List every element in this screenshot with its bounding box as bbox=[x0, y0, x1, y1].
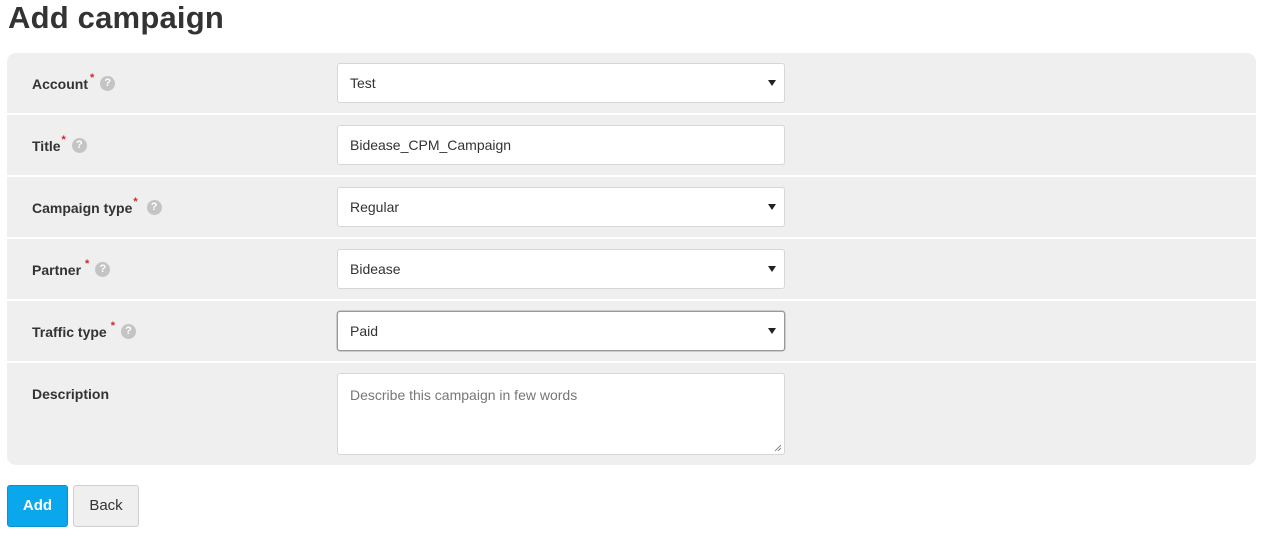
help-icon[interactable]: ? bbox=[100, 76, 116, 91]
partner-label: Partner bbox=[32, 262, 82, 278]
account-select-value: Test bbox=[350, 75, 376, 91]
campaign-type-row: Campaign type * ? Regular bbox=[7, 177, 1256, 239]
traffic-type-label-group: Traffic type * ? bbox=[32, 320, 136, 340]
back-button[interactable]: Back bbox=[73, 485, 139, 527]
traffic-type-label: Traffic type bbox=[32, 324, 107, 340]
campaign-type-select-value: Regular bbox=[350, 199, 400, 215]
title-label-group: Title * ? bbox=[32, 134, 87, 154]
resize-handle-icon[interactable] bbox=[774, 444, 782, 452]
help-icon[interactable]: ? bbox=[120, 324, 136, 339]
required-marker: * bbox=[90, 72, 95, 84]
required-marker: * bbox=[85, 258, 90, 270]
title-label: Title bbox=[32, 138, 61, 154]
description-label: Description bbox=[32, 386, 110, 402]
partner-select-value: Bidease bbox=[350, 261, 401, 277]
caret-down-icon bbox=[768, 80, 776, 86]
account-select[interactable]: Test bbox=[337, 63, 785, 103]
required-marker: * bbox=[110, 320, 115, 332]
required-marker: * bbox=[133, 196, 138, 208]
help-icon[interactable]: ? bbox=[146, 200, 162, 215]
help-icon[interactable]: ? bbox=[71, 138, 87, 153]
description-placeholder: Describe this campaign in few words bbox=[350, 387, 578, 403]
caret-down-icon bbox=[768, 204, 776, 210]
help-icon[interactable]: ? bbox=[95, 262, 111, 277]
partner-row: Partner * ? Bidease bbox=[7, 239, 1256, 301]
caret-down-icon bbox=[768, 328, 776, 334]
traffic-type-select[interactable]: Paid bbox=[337, 311, 785, 351]
add-button[interactable]: Add bbox=[7, 485, 68, 527]
description-label-group: Description bbox=[32, 386, 109, 402]
campaign-type-select[interactable]: Regular bbox=[337, 187, 785, 227]
description-textarea[interactable]: Describe this campaign in few words bbox=[337, 373, 785, 455]
required-marker: * bbox=[61, 134, 66, 146]
traffic-type-select-value: Paid bbox=[350, 323, 379, 339]
campaign-type-label: Campaign type bbox=[32, 200, 133, 216]
partner-select[interactable]: Bidease bbox=[337, 249, 785, 289]
account-label: Account bbox=[32, 76, 88, 92]
traffic-type-row: Traffic type * ? Paid bbox=[7, 301, 1256, 363]
page-title: Add campaign bbox=[8, 0, 224, 35]
title-input[interactable]: Bidease_CPM_Campaign bbox=[337, 125, 785, 165]
partner-label-group: Partner * ? bbox=[32, 258, 111, 278]
title-row: Title * ? Bidease_CPM_Campaign bbox=[7, 115, 1256, 177]
campaign-type-label-group: Campaign type * ? bbox=[32, 196, 162, 216]
title-input-value: Bidease_CPM_Campaign bbox=[350, 137, 512, 153]
account-label-group: Account * ? bbox=[32, 72, 116, 92]
description-row: Description Describe this campaign in fe… bbox=[7, 363, 1256, 465]
caret-down-icon bbox=[768, 266, 776, 272]
campaign-form: Account * ? Test Title * ? Bidease_CPM_C… bbox=[7, 53, 1256, 465]
account-row: Account * ? Test bbox=[7, 53, 1256, 115]
